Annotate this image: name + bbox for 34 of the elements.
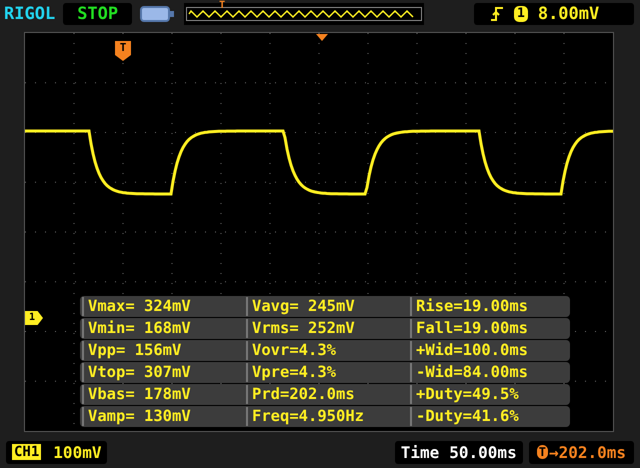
measurement-value: -Duty=41.6%	[410, 407, 572, 426]
brand-logo: RIGOL	[4, 4, 56, 24]
trigger-level: 8.00mV	[538, 4, 600, 24]
battery-icon	[140, 5, 176, 23]
trigger-badge: T	[536, 445, 548, 459]
time-scale: 50.00ms	[449, 442, 517, 462]
measurement-value: Fall=19.00ms	[410, 319, 572, 338]
memory-wave-icon	[186, 7, 422, 21]
measurement-value: Vtop= 307mV	[82, 363, 244, 382]
measurement-value: Vpp= 156mV	[82, 341, 244, 360]
measurement-value: Vpre=4.3%	[246, 363, 408, 382]
trigger-offset: →202.0ms	[548, 442, 626, 462]
measurement-value: Vovr=4.3%	[246, 341, 408, 360]
measurement-value: Prd=202.0ms	[246, 385, 408, 404]
measurement-value: Freq=4.950Hz	[246, 407, 408, 426]
channel-ground-marker: 1	[25, 311, 43, 325]
measurement-value: Vmax= 324mV	[82, 297, 244, 316]
measurement-value: Vrms= 252mV	[246, 319, 408, 338]
measurement-value: -Wid=84.00ms	[410, 363, 572, 382]
trigger-marker: T	[115, 41, 131, 61]
measurement-value: Vamp= 130mV	[82, 407, 244, 426]
measurement-value: +Duty=49.5%	[410, 385, 572, 404]
measurement-value: Rise=19.00ms	[410, 297, 572, 316]
vertical-scale: 100mV	[53, 442, 102, 462]
time-label: Time	[400, 442, 440, 462]
measurement-value: Vavg= 245mV	[246, 297, 408, 316]
rising-edge-icon	[490, 6, 504, 22]
run-state[interactable]: STOP	[63, 3, 132, 25]
channel-badge: 1	[514, 6, 528, 22]
channel-label[interactable]: CH1	[12, 444, 42, 460]
measurement-value: Vmin= 168mV	[82, 319, 244, 338]
trigger-time-marker	[316, 34, 328, 41]
measurement-value: +Wid=100.0ms	[410, 341, 572, 360]
measurement-value: Vbas= 178mV	[82, 385, 244, 404]
